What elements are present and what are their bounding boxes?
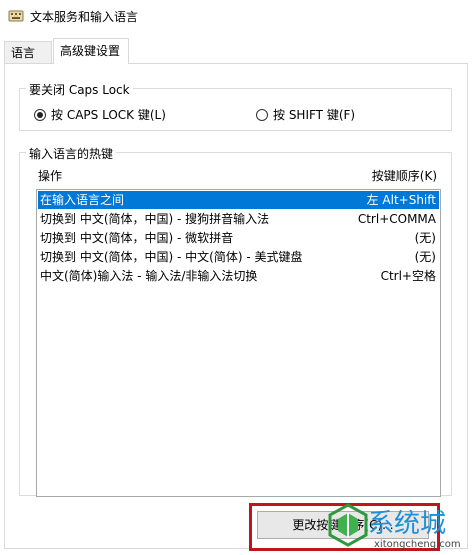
watermark-logo-icon (328, 503, 368, 547)
column-header-key-sequence: 按键顺序(K) (371, 169, 437, 183)
watermark-brand: 系统城 (368, 509, 447, 539)
radio-caps-lock[interactable]: 按 CAPS LOCK 键(L) (34, 106, 166, 123)
list-item[interactable]: 切换到 中文(简体，中国) - 中文(简体) - 美式键盘 (无) (38, 248, 439, 266)
hotkey-list[interactable]: 在输入语言之间 左 Alt+Shift 切换到 中文(简体，中国) - 搜狗拼音… (36, 189, 441, 497)
radio-shift-label: 按 SHIFT 键(F) (273, 108, 356, 122)
radio-caps-lock-label: 按 CAPS LOCK 键(L) (51, 108, 166, 122)
column-header-action: 操作 (38, 169, 63, 183)
capslock-group-label: 要关闭 Caps Lock (26, 81, 133, 98)
keyboard-app-icon (8, 10, 24, 22)
list-item[interactable]: 中文(简体)输入法 - 输入法/非输入法切换 Ctrl+空格 (38, 267, 439, 285)
tab-strip: 语言栏 高级键设置 (0, 38, 474, 82)
tab-advanced-key-settings[interactable]: 高级键设置 (53, 38, 129, 64)
radio-shift[interactable]: 按 SHIFT 键(F) (256, 106, 355, 123)
radio-caps-lock-indicator[interactable] (34, 108, 46, 121)
list-item[interactable]: 切换到 中文(简体，中国) - 微软拼音 (无) (38, 229, 439, 247)
watermark: 系统城 xitongcheng.com (326, 499, 474, 555)
window-title: 文本服务和输入语言 (30, 10, 139, 24)
hotkey-group-label: 输入语言的热键 (26, 145, 117, 162)
list-item[interactable]: 在输入语言之间 左 Alt+Shift (38, 191, 439, 209)
radio-shift-indicator[interactable] (256, 108, 268, 121)
list-item[interactable]: 切换到 中文(简体，中国) - 搜狗拼音输入法 Ctrl+COMMA (38, 210, 439, 228)
watermark-url: xitongcheng.com (374, 539, 461, 550)
tab-language-bar[interactable]: 语言栏 (4, 41, 52, 82)
title-bar: 文本服务和输入语言 (0, 0, 474, 32)
